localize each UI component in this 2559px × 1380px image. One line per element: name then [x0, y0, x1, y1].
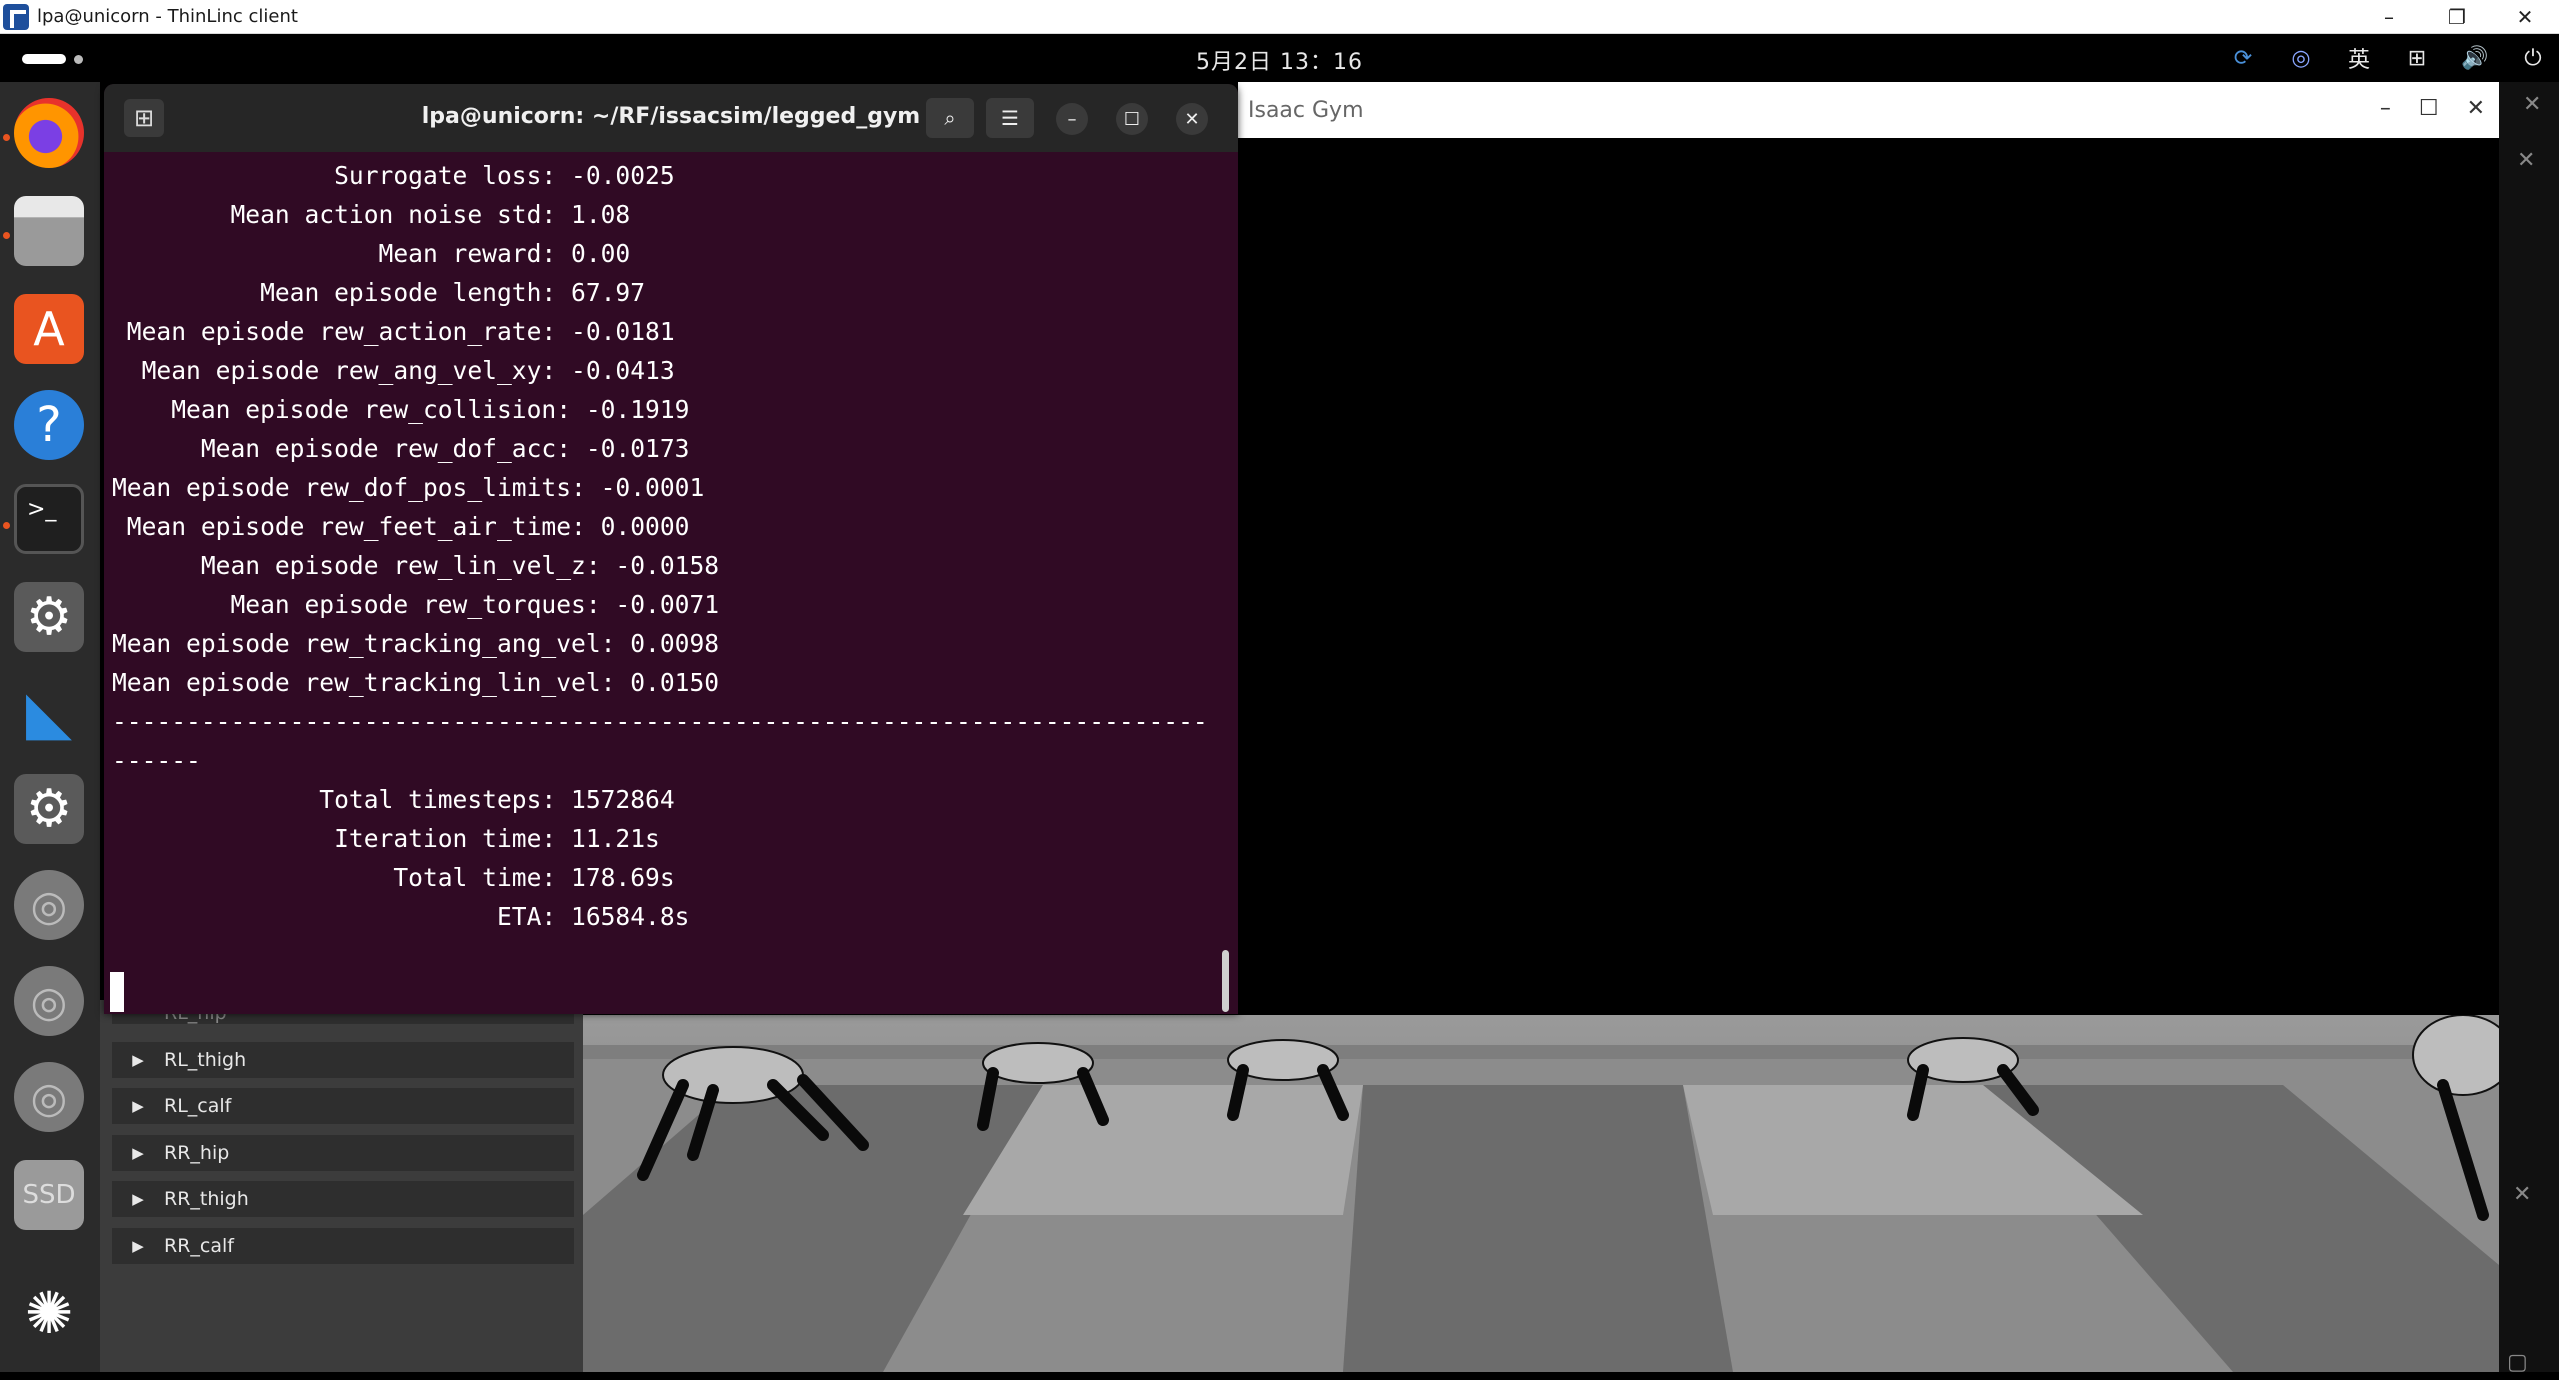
help-icon[interactable]: ?: [14, 390, 84, 460]
tree-item-label: RR_hip: [164, 1142, 230, 1164]
ssd-drive-icon[interactable]: SSD: [14, 1160, 84, 1230]
running-indicator: [3, 134, 10, 141]
disc-icon-2[interactable]: ◎: [14, 966, 84, 1036]
close-icon[interactable]: ✕: [2517, 148, 2535, 173]
client-restore-button[interactable]: ❐: [2423, 0, 2491, 34]
firefox-icon[interactable]: [14, 98, 84, 168]
terminal-line: Mean episode length: 67.97: [112, 278, 646, 307]
isaac-gym-title-bar: Isaac Gym – ☐ ✕: [1238, 82, 2499, 138]
client-title: lpa@unicorn - ThinLinc client: [37, 6, 298, 27]
gym-maximize-button[interactable]: ☐: [2419, 96, 2439, 121]
hamburger-menu-icon: ☰: [1001, 106, 1019, 130]
thinlinc-logo-icon: [3, 3, 29, 30]
terminal-window[interactable]: ⊞ lpa@unicorn: ~/RF/issacsim/legged_gym …: [104, 84, 1238, 1014]
tree-item-label: RL_calf: [164, 1095, 232, 1117]
terminal-line: Mean action noise std: 1.08: [112, 200, 631, 229]
close-icon[interactable]: ✕: [2523, 92, 2541, 117]
network-icon[interactable]: ⊞: [2399, 46, 2435, 71]
disc-icon[interactable]: ◎: [14, 870, 84, 940]
terminal-close-button[interactable]: ✕: [1176, 103, 1208, 135]
terminal-minimize-button[interactable]: –: [1056, 103, 1088, 135]
expand-arrow-icon[interactable]: ▶: [112, 1190, 164, 1208]
checkerboard-floor: [583, 1015, 2499, 1372]
isaac-gym-title: Isaac Gym: [1248, 97, 1364, 123]
terminal-line: Mean episode rew_tracking_ang_vel: 0.009…: [112, 629, 720, 658]
tree-item-rr-hip[interactable]: ▶ RR_hip: [112, 1135, 574, 1171]
client-window-controls: – ❐ ✕: [2355, 0, 2559, 34]
terminal-line: ----------------------------------------…: [112, 707, 1208, 736]
tree-item-rr-thigh[interactable]: ▶ RR_thigh: [112, 1181, 574, 1217]
terminal-line: ------: [112, 746, 201, 775]
close-icon[interactable]: ✕: [2513, 1182, 2531, 1207]
terminal-icon[interactable]: >_: [14, 484, 84, 554]
settings-icon[interactable]: ⚙: [14, 582, 84, 652]
search-button[interactable]: ⌕: [926, 98, 974, 138]
expand-arrow-icon[interactable]: ▶: [112, 1051, 164, 1069]
terminal-line: Mean episode rew_feet_air_time: 0.0000: [112, 512, 690, 541]
gym-minimize-button[interactable]: –: [2380, 96, 2391, 121]
browser-sync-icon[interactable]: ◎: [2283, 46, 2319, 71]
terminal-output[interactable]: Surrogate loss: -0.0025 Mean action nois…: [112, 156, 1222, 936]
terminal-maximize-button[interactable]: ☐: [1116, 103, 1148, 135]
input-method-indicator[interactable]: 英: [2341, 42, 2377, 74]
tree-item-rl-thigh[interactable]: ▶ RL_thigh: [112, 1042, 574, 1078]
terminal-line: Mean reward: 0.00: [112, 239, 631, 268]
notification-icon[interactable]: ▢: [2507, 1350, 2528, 1375]
terminal-line: Mean episode rew_tracking_lin_vel: 0.015…: [112, 668, 720, 697]
gym-close-button[interactable]: ✕: [2467, 96, 2485, 121]
terminal-line: Total time: 178.69s: [112, 863, 675, 892]
expand-arrow-icon[interactable]: ▶: [112, 1237, 164, 1255]
terminal-header-bar: ⊞ lpa@unicorn: ~/RF/issacsim/legged_gym …: [104, 84, 1238, 152]
files-icon[interactable]: [14, 196, 84, 266]
terminal-line: ETA: 16584.8s: [112, 902, 690, 931]
app-center-icon[interactable]: A: [14, 294, 84, 364]
terminal-line: Mean episode rew_action_rate: -0.0181: [112, 317, 675, 346]
simulation-scene[interactable]: [583, 1015, 2499, 1372]
new-tab-button[interactable]: ⊞: [124, 99, 164, 137]
terminal-line: Mean episode rew_dof_acc: -0.0173: [112, 434, 690, 463]
refresh-icon[interactable]: ⟳: [2225, 46, 2261, 71]
terminal-scrollbar[interactable]: [1222, 950, 1229, 1012]
system-tray: ⟳ ◎ 英 ⊞ 🔊 ⏻: [2225, 42, 2551, 74]
terminal-line: Total timesteps: 1572864: [112, 785, 675, 814]
top-bar: 5月2日 13：16 ⟳ ◎ 英 ⊞ 🔊 ⏻: [0, 34, 2559, 82]
running-indicator: [3, 522, 10, 529]
client-title-bar: lpa@unicorn - ThinLinc client – ❐ ✕: [0, 0, 2559, 34]
search-icon: ⌕: [944, 106, 956, 130]
settings-icon-2[interactable]: ⚙: [14, 774, 84, 844]
client-close-button[interactable]: ✕: [2491, 0, 2559, 34]
client-minimize-button[interactable]: –: [2355, 0, 2423, 34]
tree-item-label: RR_calf: [164, 1235, 234, 1257]
power-icon[interactable]: ⏻: [2515, 46, 2551, 71]
tree-item-rr-calf[interactable]: ▶ RR_calf: [112, 1228, 574, 1264]
terminal-line: Mean episode rew_dof_pos_limits: -0.0001: [112, 473, 705, 502]
terminal-cursor: [110, 972, 124, 1012]
terminal-line: Surrogate loss: -0.0025: [112, 161, 675, 190]
terminal-line: Mean episode rew_ang_vel_xy: -0.0413: [112, 356, 675, 385]
menu-button[interactable]: ☰: [986, 98, 1034, 138]
terminal-line: Iteration time: 11.21s: [112, 824, 660, 853]
tree-item-rl-calf[interactable]: ▶ RL_calf: [112, 1088, 574, 1124]
terminal-line: Mean episode rew_collision: -0.1919: [112, 395, 690, 424]
running-indicator: [3, 232, 10, 239]
expand-arrow-icon[interactable]: ▶: [112, 1097, 164, 1115]
vscode-icon[interactable]: ◣: [14, 678, 84, 748]
dock: A ? >_ ⚙ ◣ ⚙ ◎ ◎ ◎ SSD ✺: [0, 82, 100, 1372]
volume-icon[interactable]: 🔊: [2457, 46, 2493, 71]
show-apps-icon[interactable]: ✺: [14, 1278, 84, 1348]
tree-item-label: RL_thigh: [164, 1049, 247, 1071]
right-edge-panel: ✕ ✕ ✕ ▢: [2499, 82, 2559, 1375]
clock[interactable]: 5月2日 13：16: [0, 44, 2559, 76]
terminal-line: Mean episode rew_torques: -0.0071: [112, 590, 720, 619]
disc-icon-3[interactable]: ◎: [14, 1062, 84, 1132]
tree-item-label: RR_thigh: [164, 1188, 249, 1210]
expand-arrow-icon[interactable]: ▶: [112, 1144, 164, 1162]
terminal-line: Mean episode rew_lin_vel_z: -0.0158: [112, 551, 720, 580]
